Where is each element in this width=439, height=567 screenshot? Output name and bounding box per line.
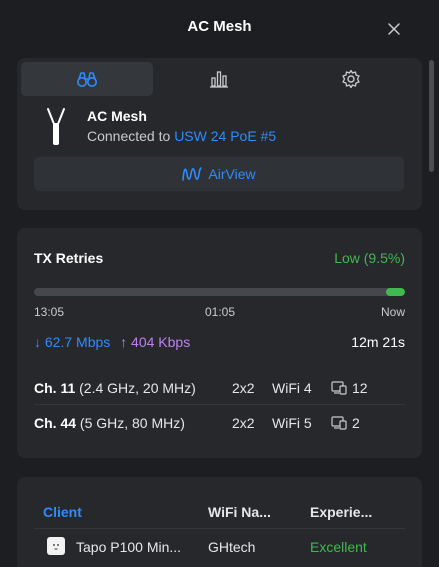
smart-plug-icon bbox=[47, 537, 65, 555]
tab-settings[interactable] bbox=[285, 62, 417, 96]
tab-statistics[interactable] bbox=[153, 62, 285, 96]
gear-icon bbox=[342, 69, 360, 89]
throughput: ↓ 62.7 Mbps ↑ 404 Kbps bbox=[34, 334, 190, 350]
connection-status: Connected to USW 24 PoE #5 bbox=[87, 128, 276, 144]
time-label-mid: 01:05 bbox=[205, 305, 236, 319]
channel-standard: WiFi 4 bbox=[272, 380, 312, 396]
table-divider bbox=[34, 528, 405, 529]
clients-icon bbox=[331, 416, 347, 430]
airview-icon bbox=[182, 167, 203, 181]
close-icon bbox=[388, 23, 400, 35]
tab-bar bbox=[21, 62, 418, 96]
tx-retries-bar bbox=[34, 288, 405, 296]
channel-mimo: 2x2 bbox=[232, 380, 255, 396]
column-header-experience[interactable]: Experie... bbox=[310, 504, 372, 520]
device-panel: AC Mesh AC Mesh Connected to USW 24 PoE … bbox=[0, 0, 439, 567]
channel-row: Ch. 44 (5 GHz, 80 MHz) 2x2 WiFi 5 2 bbox=[34, 406, 405, 440]
channel-row: Ch. 11 (2.4 GHz, 20 MHz) 2x2 WiFi 4 12 bbox=[34, 371, 405, 405]
uplink-link[interactable]: USW 24 PoE #5 bbox=[174, 128, 276, 144]
uptime: 12m 21s bbox=[351, 334, 405, 350]
bar-chart-icon bbox=[210, 71, 228, 88]
channel-number: Ch. 44 bbox=[34, 415, 77, 431]
close-button[interactable] bbox=[385, 20, 403, 38]
channel-client-count: 2 bbox=[352, 415, 360, 431]
clients-icon bbox=[331, 381, 347, 395]
time-label-now: Now bbox=[380, 305, 405, 319]
channel-clients: 12 bbox=[331, 380, 368, 396]
channel-detail: (2.4 GHz, 20 MHz) bbox=[79, 380, 196, 396]
channel-clients: 2 bbox=[331, 415, 360, 431]
client-wifi-name: GHtech bbox=[208, 539, 256, 555]
client-experience: Excellent bbox=[310, 539, 367, 555]
channel-client-count: 12 bbox=[352, 380, 368, 396]
access-point-icon bbox=[47, 108, 65, 145]
tx-retries-bar-fill bbox=[386, 288, 405, 296]
time-label-start: 13:05 bbox=[34, 305, 65, 319]
device-name: AC Mesh bbox=[87, 108, 147, 124]
channel-standard: WiFi 5 bbox=[272, 415, 312, 431]
channel-number: Ch. 11 bbox=[34, 380, 76, 396]
upload-rate-value: 404 Kbps bbox=[131, 334, 191, 350]
connected-label: Connected to bbox=[87, 128, 171, 144]
channel-name: Ch. 11 (2.4 GHz, 20 MHz) bbox=[34, 380, 196, 396]
channel-name: Ch. 44 (5 GHz, 80 MHz) bbox=[34, 415, 185, 431]
channel-mimo: 2x2 bbox=[232, 415, 255, 431]
device-card: AC Mesh Connected to USW 24 PoE #5 AirVi… bbox=[17, 58, 422, 210]
airview-button[interactable]: AirView bbox=[34, 157, 404, 191]
table-row[interactable]: Tapo P100 Min... GHtech Excellent bbox=[34, 531, 405, 561]
airview-label: AirView bbox=[208, 166, 256, 182]
download-rate-value: 62.7 Mbps bbox=[44, 334, 111, 350]
radio-stats-card: TX Retries Low (9.5%) 13:05 01:05 Now ↓ … bbox=[17, 228, 422, 458]
panel-title: AC Mesh bbox=[187, 18, 252, 35]
download-rate: ↓ 62.7 Mbps bbox=[34, 334, 111, 350]
tx-retries-status: Low (9.5%) bbox=[334, 250, 405, 266]
column-header-wifi-name[interactable]: WiFi Na... bbox=[208, 504, 271, 520]
scrollbar[interactable] bbox=[429, 60, 434, 172]
binoculars-icon bbox=[77, 72, 97, 87]
panel-header: AC Mesh bbox=[0, 0, 439, 56]
tab-overview[interactable] bbox=[21, 62, 153, 96]
upload-rate: ↑ 404 Kbps bbox=[120, 334, 191, 350]
column-header-client[interactable]: Client bbox=[43, 504, 82, 520]
channel-detail: (5 GHz, 80 MHz) bbox=[79, 415, 185, 431]
tx-retries-label: TX Retries bbox=[34, 250, 104, 266]
clients-card: Client WiFi Na... Experie... Tapo P100 M… bbox=[17, 477, 422, 567]
client-name: Tapo P100 Min... bbox=[76, 539, 182, 555]
device-info: AC Mesh Connected to USW 24 PoE #5 bbox=[41, 106, 411, 146]
